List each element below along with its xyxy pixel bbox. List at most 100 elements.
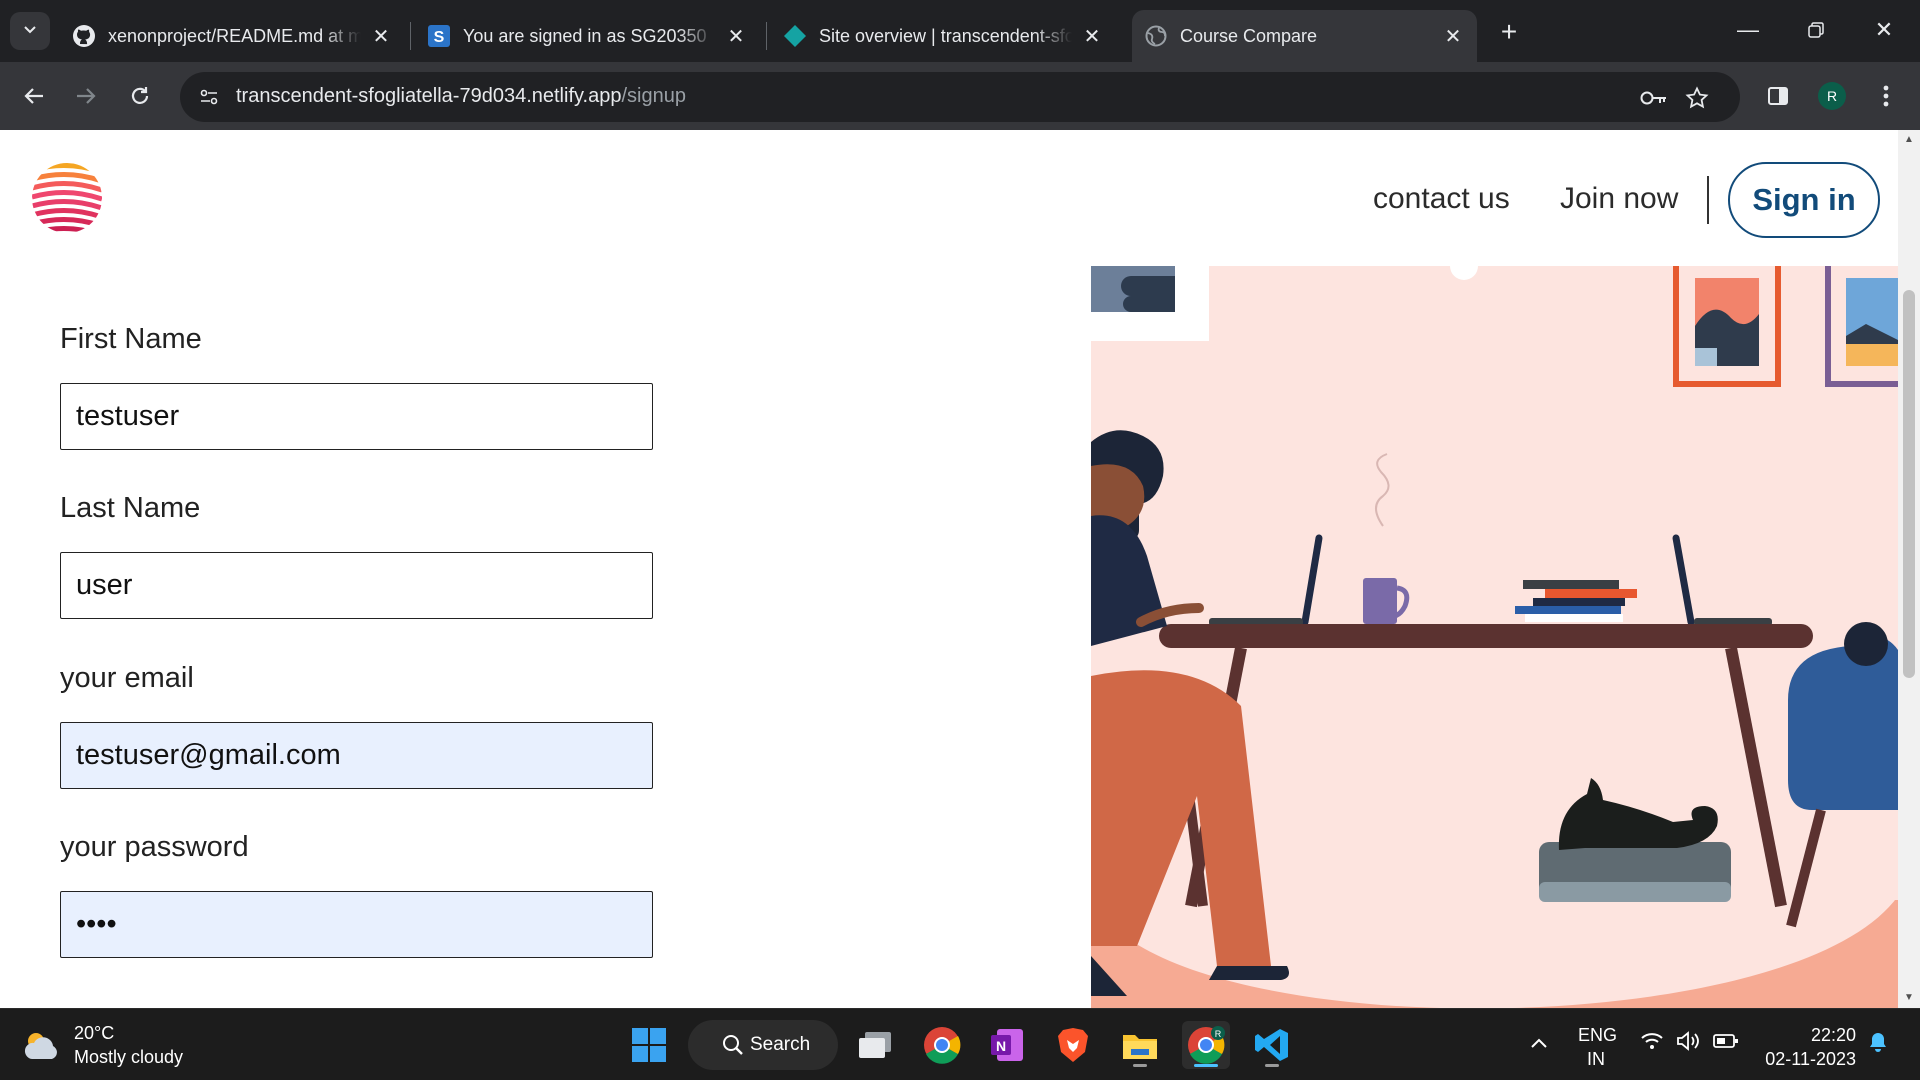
taskbar-onenote[interactable]: N [983,1021,1031,1069]
minimize-button[interactable]: — [1718,10,1778,50]
close-icon[interactable]: ✕ [369,24,393,49]
profile-avatar[interactable]: R [1816,80,1848,112]
svg-text:N: N [996,1038,1006,1054]
scroll-thumb[interactable] [1903,290,1915,678]
reload-icon [131,87,149,104]
notification-bell-icon[interactable] [1868,1031,1888,1058]
close-icon[interactable]: ✕ [1080,24,1104,49]
close-icon[interactable]: ✕ [1441,24,1465,49]
github-icon [72,24,96,48]
side-panel-icon[interactable] [1762,80,1794,112]
svg-text:R: R [1215,1029,1222,1039]
page-scrollbar[interactable]: ▲ ▼ [1898,130,1920,1008]
tab-signed-in[interactable]: S You are signed in as SG20350 ✕ [415,10,760,62]
password-label: your password [60,831,249,863]
taskbar-chrome-profile[interactable]: R [1182,1021,1230,1069]
weather-temp: 20°C [74,1023,115,1043]
address-bar[interactable]: transcendent-sfogliatella-79d034.netlify… [180,72,1740,122]
last-name-label: Last Name [60,492,201,524]
tab-separator [766,22,767,50]
windows-taskbar: 20°C Mostly cloudy Search N R ENG IN 22:… [0,1008,1920,1080]
bookmark-star-icon[interactable] [1683,84,1711,112]
chevron-down-icon [22,21,38,42]
nav-divider [1707,176,1709,224]
chrome-profile-icon: R [1188,1026,1225,1064]
hero-illustration [1091,266,1898,1008]
email-label: your email [60,662,194,694]
vscode-icon [1255,1029,1288,1061]
tab-title: Course Compare [1180,25,1318,46]
site-info-icon[interactable] [194,82,224,112]
task-view-button[interactable] [852,1021,900,1069]
close-icon[interactable]: ✕ [724,24,748,49]
browser-toolbar: transcendent-sfogliatella-79d034.netlify… [0,62,1920,130]
taskbar-chrome[interactable] [918,1021,966,1069]
running-indicator [1133,1064,1147,1067]
url-text: transcendent-sfogliatella-79d034.netlify… [236,85,686,108]
s-icon: S [427,24,451,48]
running-indicator [1265,1064,1279,1067]
start-button[interactable] [625,1021,673,1069]
nav-contact-us[interactable]: contact us [1373,182,1510,216]
battery-icon[interactable] [1713,1033,1739,1054]
taskbar-file-explorer[interactable] [1116,1021,1164,1069]
taskbar-brave[interactable] [1049,1021,1097,1069]
netlify-icon [783,24,807,48]
input-language[interactable]: ENG IN [1578,1023,1618,1071]
tab-site-overview[interactable]: Site overview | transcendent-sfogliatell… [771,10,1116,62]
tab-github[interactable]: xenonproject/README.md at main ✕ [60,10,405,62]
tab-search-button[interactable] [10,12,50,50]
site-logo[interactable] [30,162,104,234]
first-name-label: First Name [60,323,202,355]
globe-icon [1144,24,1168,48]
password-input[interactable] [60,891,653,958]
lang-code: ENG [1578,1025,1618,1045]
password-key-icon[interactable] [1640,84,1668,112]
nav-join-now[interactable]: Join now [1560,182,1678,216]
tab-course-compare[interactable]: Course Compare ✕ [1132,10,1477,62]
arrow-right-icon [77,88,96,104]
svg-text:S: S [434,29,445,46]
brave-lion-icon [1058,1028,1088,1062]
menu-kebab-icon[interactable] [1870,80,1902,112]
first-name-input[interactable] [60,383,653,450]
search-label: Search [750,1034,811,1055]
onenote-icon: N [991,1029,1023,1061]
restore-button[interactable] [1786,10,1846,50]
taskbar-vscode[interactable] [1248,1021,1296,1069]
clock-date: 02-11-2023 [1765,1049,1856,1069]
active-indicator [1194,1064,1218,1067]
volume-icon[interactable] [1676,1031,1702,1056]
task-view-icon [859,1032,891,1058]
tab-separator [410,22,411,50]
reload-button[interactable] [120,76,160,116]
tray-overflow-chevron-icon[interactable] [1530,1033,1548,1054]
weather-desc: Mostly cloudy [74,1047,184,1067]
last-name-input[interactable] [60,552,653,619]
tab-title: Site overview | transcendent-sfogliatell… [819,25,1072,46]
system-clock[interactable]: 22:20 02-11-2023 [1750,1023,1856,1071]
weather-widget[interactable]: 20°C Mostly cloudy [22,1021,183,1069]
wifi-icon[interactable] [1640,1031,1664,1056]
scroll-up-arrow-icon[interactable]: ▲ [1898,130,1920,150]
page-viewport: contact us Join now Sign in First Name L… [0,130,1898,1008]
tab-title: You are signed in as SG20350 [463,25,707,46]
clock-time: 22:20 [1810,1025,1856,1045]
back-button[interactable] [14,76,54,116]
windows-logo-icon [632,1028,666,1062]
forward-button[interactable] [66,76,106,116]
avatar: R [1818,82,1846,110]
arrow-left-icon [24,88,43,104]
url-path: /signup [621,85,686,107]
new-tab-button[interactable]: + [1492,16,1526,50]
taskbar-search[interactable]: Search [688,1020,838,1070]
tab-title: xenonproject/README.md at main [108,25,361,46]
search-icon [723,1035,743,1055]
cloudy-weather-icon [24,1033,57,1059]
email-input[interactable] [60,722,653,789]
url-host: transcendent-sfogliatella-79d034.netlify… [236,85,622,107]
sign-in-button[interactable]: Sign in [1728,162,1880,238]
close-window-button[interactable]: ✕ [1854,10,1914,50]
scroll-down-arrow-icon[interactable]: ▼ [1898,988,1920,1008]
folder-icon [1123,1035,1157,1059]
